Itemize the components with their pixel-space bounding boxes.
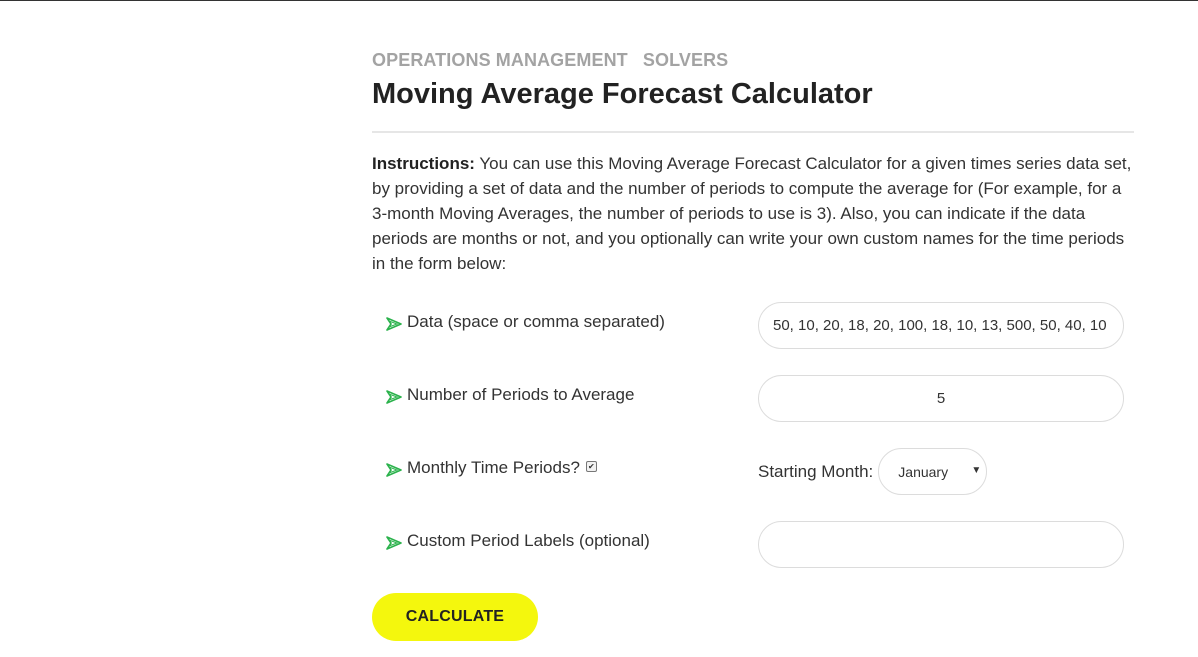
form-row-custom-labels: Custom Period Labels (optional) (372, 521, 1134, 594)
instructions-label: Instructions: (372, 154, 475, 173)
form-row-periods: Number of Periods to Average (372, 375, 1134, 448)
instructions-text: You can use this Moving Average Forecast… (372, 154, 1132, 273)
breadcrumb-item-operations-management[interactable]: OPERATIONS MANAGEMENT (372, 50, 628, 70)
form-row-monthly: Monthly Time Periods? ✔ Starting Month: … (372, 448, 1134, 521)
periods-input[interactable] (758, 375, 1124, 422)
starting-month-select[interactable]: January ▼ (878, 448, 988, 495)
instructions-paragraph: Instructions: You can use this Moving Av… (372, 151, 1134, 276)
data-row-label: Data (space or comma separated) (386, 312, 665, 332)
form-row-data: Data (space or comma separated) (372, 302, 1134, 375)
calculate-button[interactable]: CALCULATE (372, 593, 538, 641)
starting-month-label: Starting Month: (758, 461, 874, 481)
starting-month-group: Starting Month: January ▼ (758, 448, 988, 495)
green-arrow-icon (386, 462, 402, 477)
green-arrow-icon (386, 316, 402, 331)
monthly-checkbox[interactable]: ✔ (585, 460, 597, 472)
green-arrow-icon (386, 389, 402, 404)
monthly-field-label: Monthly Time Periods? (407, 458, 580, 477)
data-input[interactable] (758, 302, 1124, 349)
periods-row-label: Number of Periods to Average (386, 385, 634, 405)
page-title: Moving Average Forecast Calculator (372, 78, 873, 110)
custom-labels-row-label: Custom Period Labels (optional) (386, 531, 650, 551)
data-field-label: Data (space or comma separated) (407, 312, 665, 331)
custom-labels-input[interactable] (758, 521, 1124, 568)
periods-field-label: Number of Periods to Average (407, 385, 635, 404)
custom-labels-field-label: Custom Period Labels (optional) (407, 531, 650, 550)
breadcrumb-item-solvers[interactable]: SOLVERS (643, 50, 728, 70)
top-border (0, 0, 1198, 1)
breadcrumb: OPERATIONS MANAGEMENT SOLVERS (372, 50, 1134, 72)
starting-month-value: January (898, 463, 949, 480)
green-arrow-icon (386, 535, 402, 550)
title-divider (372, 131, 1134, 133)
monthly-row-label: Monthly Time Periods? ✔ (386, 458, 597, 478)
caret-down-icon: ▼ (971, 465, 982, 476)
main-content: OPERATIONS MANAGEMENT SOLVERS Moving Ave… (372, 50, 1134, 594)
